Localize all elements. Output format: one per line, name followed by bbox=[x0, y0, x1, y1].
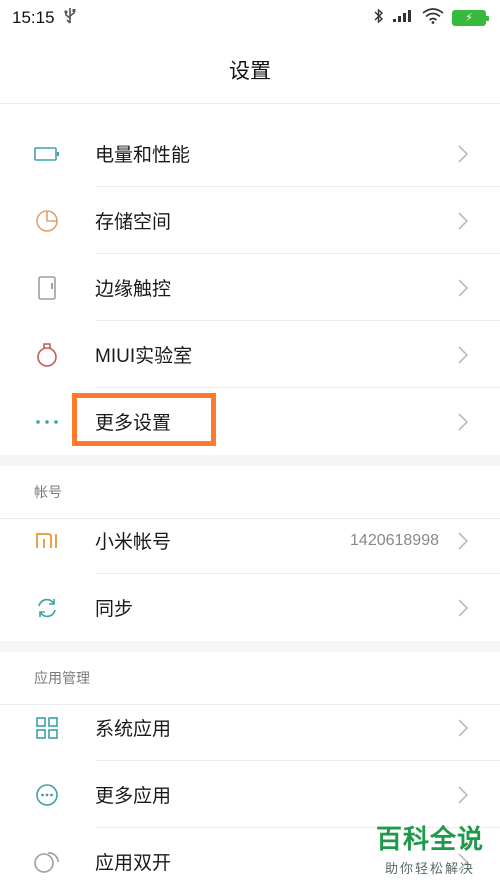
settings-item-label: 边缘触控 bbox=[95, 279, 172, 300]
settings-item-label: 小米帐号 bbox=[95, 532, 172, 553]
settings-item-more-settings[interactable]: 更多设置 bbox=[0, 388, 500, 455]
chevron-right-icon bbox=[456, 344, 470, 366]
section-gap bbox=[0, 641, 500, 652]
title-bar: 设置 bbox=[0, 36, 500, 104]
chevron-right-icon bbox=[456, 597, 470, 619]
chevron-right-icon bbox=[456, 210, 470, 232]
watermark-main: 百科全说 bbox=[375, 824, 484, 854]
settings-item-system-apps[interactable]: 系统应用 bbox=[0, 694, 500, 761]
chevron-right-icon bbox=[456, 411, 470, 433]
status-time: 15:15 bbox=[12, 8, 55, 27]
settings-item-label: 电量和性能 bbox=[95, 145, 191, 166]
page-title: 设置 bbox=[229, 59, 271, 83]
edge-touch-icon bbox=[34, 275, 60, 301]
settings-item-label: MIUI实验室 bbox=[95, 346, 193, 367]
settings-item-edge-touch[interactable]: 边缘触控 bbox=[0, 254, 500, 321]
settings-item-label: 应用双开 bbox=[95, 853, 172, 874]
signal-icon bbox=[392, 9, 414, 28]
flask-icon bbox=[34, 342, 60, 368]
more-circle-icon bbox=[34, 782, 60, 808]
chevron-right-icon bbox=[456, 143, 470, 165]
grid-icon bbox=[34, 715, 60, 741]
settings-item-sync[interactable]: 同步 bbox=[0, 574, 500, 641]
mi-logo-icon bbox=[34, 528, 60, 554]
section-title: 帐号 bbox=[34, 484, 62, 500]
chevron-right-icon bbox=[456, 530, 470, 552]
account-id-value: 1420618998 bbox=[350, 531, 439, 549]
sync-icon bbox=[34, 595, 60, 621]
section-title: 应用管理 bbox=[34, 670, 90, 686]
settings-item-label: 更多设置 bbox=[95, 413, 172, 434]
dual-apps-icon bbox=[34, 849, 60, 875]
settings-item-label: 系统应用 bbox=[95, 719, 172, 740]
chevron-right-icon bbox=[456, 277, 470, 299]
settings-item-more-apps[interactable]: 更多应用 bbox=[0, 761, 500, 828]
settings-item-label: 更多应用 bbox=[95, 786, 172, 807]
more-dots-icon bbox=[34, 409, 60, 435]
settings-item-miui-lab[interactable]: MIUI实验室 bbox=[0, 321, 500, 388]
chevron-right-icon bbox=[456, 717, 470, 739]
pie-chart-icon bbox=[34, 208, 60, 234]
bluetooth-icon bbox=[374, 7, 384, 29]
watermark-logo: 百科全说 助你轻松解决 bbox=[376, 819, 484, 877]
settings-item-mi-account[interactable]: 小米帐号 1420618998 bbox=[0, 507, 500, 574]
settings-item-label: 同步 bbox=[95, 599, 134, 620]
wifi-icon bbox=[422, 7, 444, 29]
battery-icon: ⚡ bbox=[452, 10, 489, 26]
watermark-sub: 助你轻松解决 bbox=[384, 861, 475, 876]
top-spacer bbox=[0, 105, 500, 120]
battery-outline-icon bbox=[34, 141, 60, 167]
section-gap bbox=[0, 455, 500, 466]
settings-item-label: 存储空间 bbox=[95, 212, 172, 233]
chevron-right-icon bbox=[456, 784, 470, 806]
settings-item-storage[interactable]: 存储空间 bbox=[0, 187, 500, 254]
usb-icon bbox=[63, 7, 77, 30]
status-bar: 15:15 ⚡ bbox=[0, 0, 500, 36]
settings-item-battery-performance[interactable]: 电量和性能 bbox=[0, 120, 500, 187]
